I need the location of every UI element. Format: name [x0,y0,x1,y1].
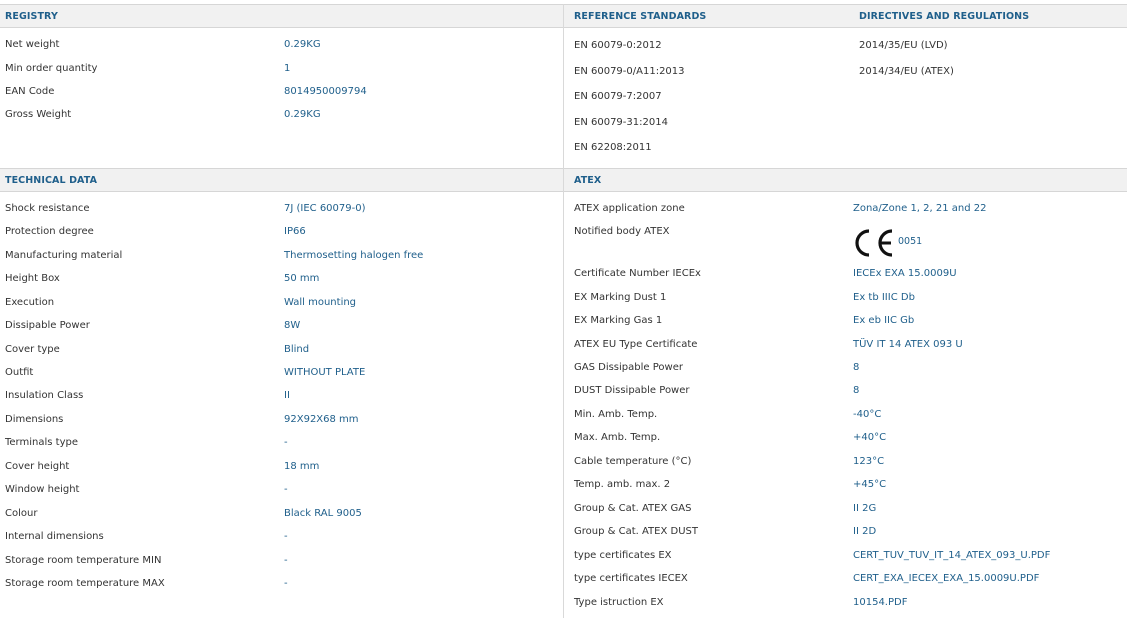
atex-value: 8 [853,362,860,373]
tech-value: 7J (IEC 60079-0) [284,203,366,214]
atex-value: 123°C [853,456,885,467]
tech-value: II [284,390,290,401]
atex-label: Max. Amb. Temp. [574,432,661,443]
tech-label: Colour [5,508,38,519]
atex-header: ATEX [564,168,1127,192]
atex-label: Notified body ATEX [574,226,670,237]
atex-label: Min. Amb. Temp. [574,409,658,420]
atex-value: Zona/Zone 1, 2, 21 and 22 [853,203,987,214]
atex-value: TÜV IT 14 ATEX 093 U [853,339,963,350]
tech-label: Manufacturing material [5,250,123,261]
atex-header-title: ATEX [574,175,602,186]
tech-label: Protection degree [5,226,94,237]
tech-label: Internal dimensions [5,531,104,542]
tech-value: Wall mounting [284,297,357,308]
atex-label: Type istruction EX [574,597,664,608]
registry-value: 1 [284,63,291,74]
atex-value: Ex tb IIIC Db [853,292,915,303]
standard-item: EN 60079-0/A11:2013 [574,66,685,77]
registry-label: Gross Weight [5,109,72,120]
standards-header: REFERENCE STANDARDS DIRECTIVES AND REGUL… [564,4,1127,28]
certificate-iecex-link[interactable]: CERT_EXA_IECEX_EXA_15.0009U.PDF [853,570,1039,588]
tech-label: Storage room temperature MIN [5,555,162,566]
atex-value: II 2G [853,503,877,514]
tech-value: Thermosetting halogen free [284,250,424,261]
atex-label: Group & Cat. ATEX GAS [574,503,692,514]
atex-label: Certificate Number IECEx [574,268,701,279]
standards-header-title: REFERENCE STANDARDS [574,11,707,22]
registry-value: 8014950009794 [284,86,367,97]
tech-label: Storage room temperature MAX [5,578,165,589]
atex-label: GAS Dissipable Power [574,362,683,373]
tech-value: 50 mm [284,273,320,284]
atex-label: Temp. amb. max. 2 [574,479,671,490]
technical-data-header: TECHNICAL DATA [0,168,563,192]
tech-label: Height Box [5,273,60,284]
tech-label: Dimensions [5,414,64,425]
atex-label: ATEX EU Type Certificate [574,339,698,350]
standard-item: EN 60079-31:2014 [574,117,668,128]
tech-value: - [284,437,288,448]
atex-label: type certificates IECEX [574,573,688,584]
atex-label: EX Marking Dust 1 [574,292,667,303]
tech-label: Cover type [5,344,60,355]
atex-value: 8 [853,385,860,396]
registry-value: 0.29KG [284,39,321,50]
tech-label: Execution [5,297,55,308]
registry-label: Net weight [5,39,60,50]
directive-item: 2014/35/EU (LVD) [859,40,948,51]
atex-value: -40°C [853,409,882,420]
registry-label: Min order quantity [5,63,98,74]
standard-item: EN 60079-7:2007 [574,91,662,102]
ce-mark-icon [855,229,893,257]
tech-value: WITHOUT PLATE [284,367,366,378]
tech-value: - [284,531,288,542]
atex-value: IECEx EXA 15.0009U [853,268,957,279]
tech-label: Terminals type [5,437,78,448]
atex-label: EX Marking Gas 1 [574,315,663,326]
tech-value: 92X92X68 mm [284,414,359,425]
registry-label: EAN Code [5,86,55,97]
atex-label: Cable temperature (°C) [574,456,692,467]
standard-item: EN 60079-0:2012 [574,40,662,51]
atex-label: DUST Dissipable Power [574,385,690,396]
tech-value: Blind [284,344,310,355]
atex-label: ATEX application zone [574,203,685,214]
instruction-ex-link[interactable]: 10154.PDF [853,594,907,612]
tech-value: Black RAL 9005 [284,508,362,519]
tech-value: IP66 [284,226,306,237]
technical-data-header-title: TECHNICAL DATA [5,175,98,186]
tech-value: - [284,484,288,495]
atex-value: II 2D [853,526,877,537]
tech-label: Shock resistance [5,203,90,214]
certificate-ex-link[interactable]: CERT_TUV_TUV_IT_14_ATEX_093_U.PDF [853,547,1050,565]
atex-label: Group & Cat. ATEX DUST [574,526,698,537]
standard-item: EN 62208:2011 [574,142,652,153]
tech-label: Outfit [5,367,34,378]
tech-label: Insulation Class [5,390,84,401]
atex-value: +40°C [853,432,887,443]
tech-label: Cover height [5,461,70,472]
column-divider [563,4,564,618]
tech-value: - [284,578,288,589]
tech-label: Dissipable Power [5,320,90,331]
directive-item: 2014/34/EU (ATEX) [859,66,954,77]
tech-label: Window height [5,484,80,495]
notified-body-number: 0051 [898,236,923,247]
directives-header-title: DIRECTIVES AND REGULATIONS [859,11,1030,22]
registry-header-title: REGISTRY [5,11,58,22]
registry-header: REGISTRY [0,4,563,28]
atex-label: type certificates EX [574,550,672,561]
atex-value: Ex eb IIC Gb [853,315,915,326]
registry-value: 0.29KG [284,109,321,120]
atex-value: +45°C [853,479,887,490]
tech-value: 8W [284,320,301,331]
tech-value: 18 mm [284,461,320,472]
tech-value: - [284,555,288,566]
